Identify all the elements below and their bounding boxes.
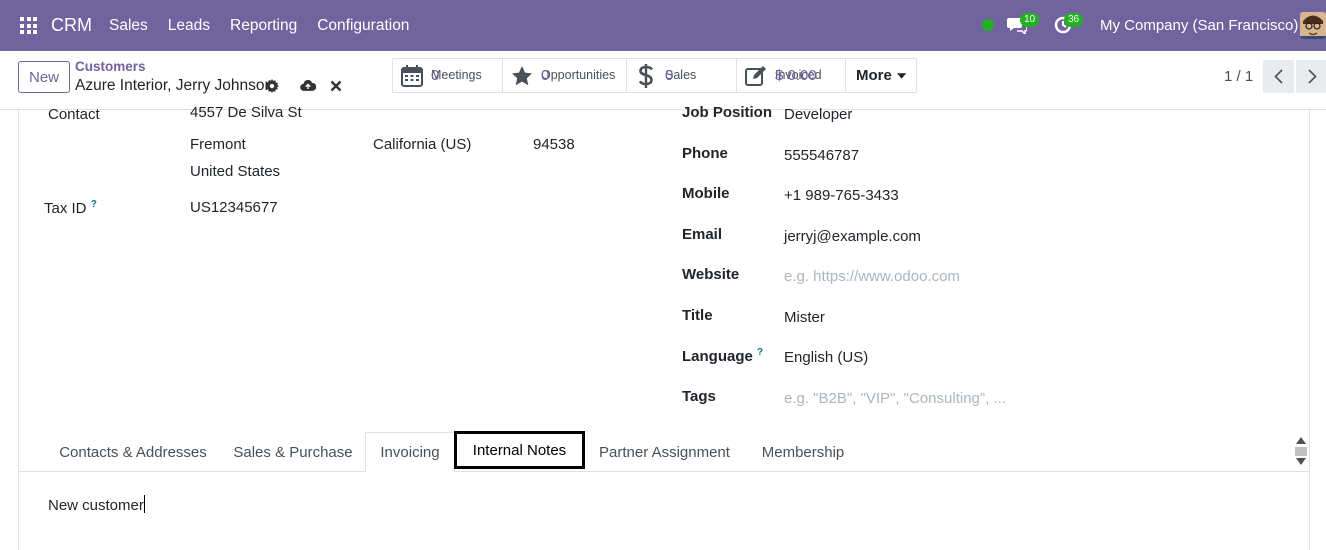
country-field[interactable]: United States (190, 163, 280, 180)
menu-configuration[interactable]: Configuration (317, 17, 409, 35)
tax-id-field[interactable]: US12345677 (190, 199, 278, 216)
tab-internal-notes[interactable]: Internal Notes (454, 431, 585, 469)
language-field[interactable]: English (US) (784, 349, 868, 366)
job-position-label: Job Position (682, 104, 772, 121)
tab-invoicing[interactable]: Invoicing (365, 432, 455, 472)
pager-value[interactable]: 1 / 1 (1224, 68, 1253, 85)
internal-notes-editor[interactable]: New customer (48, 495, 145, 514)
opportunities-smart-button[interactable]: Opportunities 0 (503, 59, 627, 92)
new-button[interactable]: New (18, 61, 70, 93)
note-text: New customer (48, 497, 144, 514)
control-panel: New Customers Azure Interior, Jerry John… (0, 51, 1326, 110)
presence-status-icon[interactable] (982, 19, 994, 31)
job-position-field[interactable]: Developer (784, 106, 852, 123)
website-label: Website (682, 266, 740, 283)
sales-count: 0 (665, 67, 674, 84)
tax-id-label: Tax ID ? (44, 199, 97, 217)
smart-buttons: Meetings 0 Opportunities 0 Sales 0 Invoiced… (392, 58, 917, 93)
sales-smart-button[interactable]: Sales 0 (627, 59, 737, 92)
more-label: More (856, 67, 892, 84)
pager-next-button[interactable] (1296, 60, 1326, 93)
mobile-field[interactable]: +1 989-765-3433 (784, 187, 899, 204)
tags-label: Tags (682, 388, 716, 405)
invoiced-amount: $ 0.00 (775, 67, 817, 84)
dollar-icon (635, 63, 657, 88)
title-field[interactable]: Mister (784, 309, 825, 326)
opportunities-label: Opportunities (541, 68, 616, 82)
chevron-right-icon (1307, 69, 1317, 84)
mobile-label: Mobile (682, 185, 730, 202)
chevron-left-icon (1274, 69, 1283, 84)
chat-count-badge: 10 (1020, 13, 1040, 27)
scroll-down-arrow-icon[interactable] (1296, 458, 1306, 466)
pencil-square-icon (745, 65, 767, 87)
app-brand[interactable]: CRM (51, 15, 92, 36)
caret-down-icon (896, 72, 906, 79)
gear-icon[interactable] (265, 79, 279, 93)
tab-partner-assignment[interactable]: Partner Assignment (593, 432, 736, 472)
calendar-icon (401, 64, 423, 87)
main-menu: Sales Leads Reporting Configuration (109, 17, 429, 35)
email-field[interactable]: jerryj@example.com (784, 228, 921, 245)
apps-grid-icon[interactable] (20, 17, 37, 34)
menu-leads[interactable]: Leads (168, 17, 210, 35)
menu-sales[interactable]: Sales (109, 17, 148, 35)
tags-field[interactable]: e.g. "B2B", "VIP", "Consulting", ... (784, 390, 1006, 407)
city-field[interactable]: Fremont (190, 136, 246, 153)
street-field[interactable]: 4557 De Silva St (190, 104, 302, 121)
pager-previous-button[interactable] (1263, 60, 1295, 93)
state-field[interactable]: California (US) (373, 136, 471, 153)
zip-field[interactable]: 94538 (533, 136, 575, 153)
contact-label: Contact (48, 106, 100, 123)
scroll-up-arrow-icon[interactable] (1296, 436, 1306, 444)
email-label: Email (682, 226, 723, 243)
tab-membership[interactable]: Membership (753, 432, 853, 472)
company-switcher[interactable]: My Company (San Francisco) (1100, 17, 1298, 34)
tab-sales-purchase[interactable]: Sales & Purchase (223, 432, 363, 472)
user-avatar[interactable] (1300, 12, 1326, 39)
activity-count-badge: 36 (1064, 13, 1084, 27)
opportunities-count: 0 (541, 67, 550, 84)
help-icon[interactable]: ? (757, 347, 763, 358)
more-dropdown-button[interactable]: More (846, 59, 916, 92)
phone-field[interactable]: 555546787 (784, 147, 859, 164)
notebook-tabs: Contacts & Addresses Sales & Purchase In… (18, 431, 1310, 472)
top-navbar: CRM Sales Leads Reporting Configuration … (0, 0, 1326, 51)
scrollbar-thumb[interactable] (1295, 447, 1307, 456)
menu-reporting[interactable]: Reporting (230, 17, 297, 35)
record-title: Azure Interior, Jerry Johnson (75, 77, 274, 94)
tab-contacts-addresses[interactable]: Contacts & Addresses (48, 432, 218, 472)
star-icon (511, 65, 533, 87)
title-label: Title (682, 307, 713, 324)
phone-label: Phone (682, 145, 728, 162)
text-cursor (143, 495, 145, 513)
close-icon[interactable] (330, 80, 342, 92)
cloud-upload-icon[interactable] (300, 79, 316, 92)
language-label: Language ? (682, 347, 764, 365)
meetings-smart-button[interactable]: Meetings 0 (393, 59, 503, 92)
help-icon[interactable]: ? (91, 199, 97, 210)
meetings-count: 0 (431, 67, 440, 84)
website-field[interactable]: e.g. https://www.odoo.com (784, 268, 960, 285)
breadcrumb-customers[interactable]: Customers (75, 59, 146, 74)
invoiced-smart-button[interactable]: Invoiced $ 0.00 (737, 59, 846, 92)
